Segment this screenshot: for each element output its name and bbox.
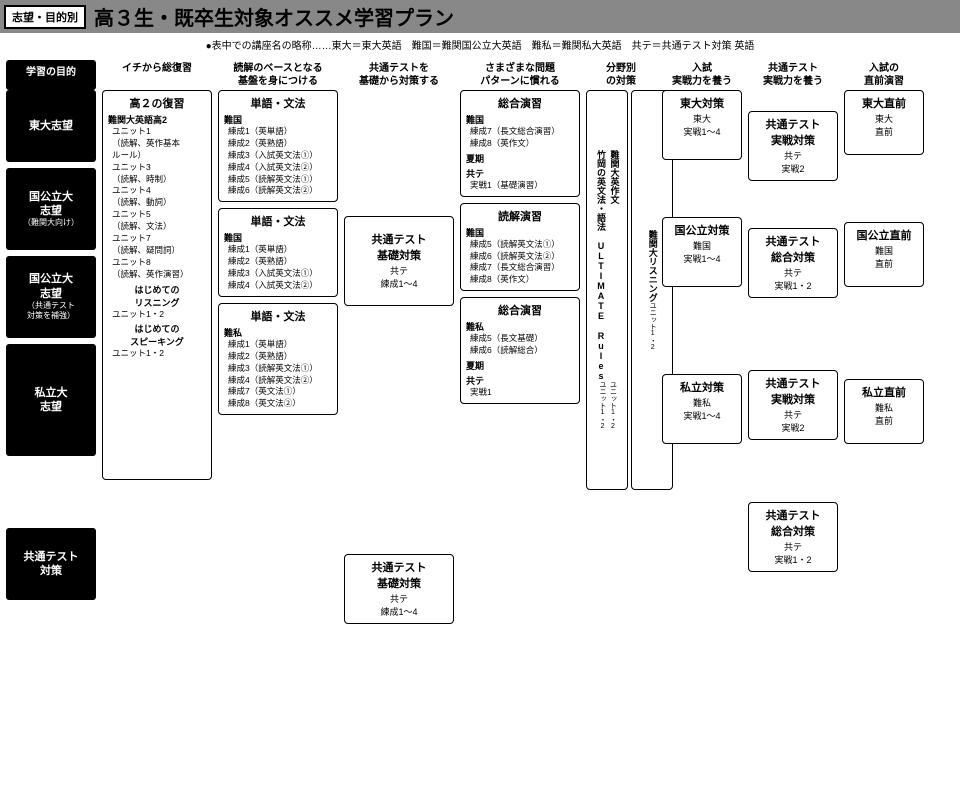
list-item: ユニット5 (108, 209, 206, 221)
col-review: 高２の復習 難関大英語高2 ユニット1（読解、英作基本 ルール）ユニット3（読解… (102, 90, 212, 624)
col-header: 入試の 直前演習 (844, 60, 924, 90)
grammar-box: 単語・文法 難国 練成1（英単語）練成2（英熟語）練成3（入試英文法①）練成4（… (218, 90, 338, 202)
list-item: ユニット7 (108, 233, 206, 245)
row-header-label: 学習の目的 (6, 60, 96, 90)
grammar-box: 単語・文法 難国 練成1（英単語）練成2（英熟語）練成3（入試英文法①）練成4（… (218, 208, 338, 297)
univ-box: 東大対策 東大 実戦1〜4 (662, 90, 742, 160)
list-item: 練成5（読解英文法①） (224, 174, 332, 186)
list-item: ユニット1 (108, 126, 206, 138)
list-item: 練成4（入試英文法②） (224, 280, 332, 292)
kyote-total-box-bottom: 共通テスト 総合対策 共テ 実戦1・2 (748, 502, 838, 572)
practice-box: 総合演習 難私 練成5（長文基礎）練成6（読解総合） 夏期 共テ 実戦1 (460, 297, 580, 404)
list-item: 練成2（英熟語） (224, 138, 332, 150)
col-field: 難関大英作文 竹岡の英文法・語法 ULTIMATE Rules ユニット1・2 … (586, 90, 656, 624)
col-practice: 総合演習 難国 練成7（長文総合演習）練成8（英作文） 夏期 共テ 実戦1（基礎… (460, 90, 580, 624)
header-tag: 志望・目的別 (4, 5, 86, 29)
list-item: 練成3（読解英文法①） (224, 363, 332, 375)
kyote-basic-box: 共通テスト 基礎対策 共テ 練成1〜4 (344, 216, 454, 306)
col-header: さまざまな問題 パターンに慣れる (460, 60, 580, 90)
col-header: 読解のベースとなる 基盤を身につける (218, 60, 338, 90)
list-item: 練成1（英単語） (224, 244, 332, 256)
final-box: 東大直前 東大 直前 (844, 90, 924, 155)
list-item: ユニット3 (108, 162, 206, 174)
aspiration-tag: 共通テスト 対策 (6, 528, 96, 600)
main-grid: 東大志望 国公立大 志望（難関大向け） 国公立大 志望（共通テスト 対策を補強）… (0, 90, 960, 624)
kyote-box: 共通テスト 総合対策 共テ 実戦1・2 (748, 228, 838, 298)
univ-box: 私立対策 難私 実戦1〜4 (662, 374, 742, 444)
list-item: 練成8（英文法②） (224, 398, 332, 410)
kyote-box: 共通テスト 実戦対策 共テ 実戦2 (748, 370, 838, 440)
aspiration-tag: 私立大 志望 (6, 344, 96, 456)
list-item: 練成2（英熟語） (224, 351, 332, 363)
list-item: 練成5（長文基礎） (466, 333, 574, 345)
list-item: （読解、英作基本 ルール） (108, 138, 206, 162)
kyote-box: 共通テスト 実戦対策 共テ 実戦2 (748, 111, 838, 181)
field-box: 難関大英作文 竹岡の英文法・語法 ULTIMATE Rules ユニット1・2 … (586, 90, 628, 490)
col-header: 分野別 の対策 (586, 60, 656, 90)
list-item: （読解、動詞） (108, 197, 206, 209)
left-tags-col: 東大志望 国公立大 志望（難関大向け） 国公立大 志望（共通テスト 対策を補強）… (6, 90, 96, 624)
review-box: 高２の復習 難関大英語高2 ユニット1（読解、英作基本 ルール）ユニット3（読解… (102, 90, 212, 480)
list-item: （読解、疑問詞） (108, 245, 206, 257)
col-header: 共通テスト 実戦力を養う (748, 60, 838, 90)
col-univ: 東大対策 東大 実戦1〜4 国公立対策 難国 実戦1〜4 私立対策 難私 実戦1… (662, 90, 742, 624)
practice-box: 総合演習 難国 練成7（長文総合演習）練成8（英作文） 夏期 共テ 実戦1（基礎… (460, 90, 580, 197)
final-box: 国公立直前 難国 直前 (844, 222, 924, 287)
col-header: 共通テストを 基礎から対策する (344, 60, 454, 90)
list-item: 練成4（入試英文法②） (224, 162, 332, 174)
list-item: 練成1（英単語） (224, 126, 332, 138)
col-final: 東大直前 東大 直前 国公立直前 難国 直前 私立直前 難私 直前 (844, 90, 924, 624)
col-kyote-basic: 共通テスト 基礎対策 共テ 練成1〜4 共通テスト 基礎対策 共テ 練成1〜4 (344, 90, 454, 624)
list-item: 練成3（入試英文法①） (224, 150, 332, 162)
list-item: 練成7（英文法①） (224, 386, 332, 398)
list-item: 練成8（英作文） (466, 138, 574, 150)
list-item: 練成6（読解総合） (466, 345, 574, 357)
aspiration-tag: 国公立大 志望（共通テスト 対策を補強） (6, 256, 96, 338)
list-item: 練成7（長文総合演習） (466, 262, 574, 274)
col-header: 入試 実戦力を養う (662, 60, 742, 90)
list-item: 練成3（入試英文法①） (224, 268, 332, 280)
list-item: 練成5（読解英文法①） (466, 239, 574, 251)
list-item: （読解、時制） (108, 174, 206, 186)
list-item: 練成2（英熟語） (224, 256, 332, 268)
final-box: 私立直前 難私 直前 (844, 379, 924, 444)
list-item: 練成6（読解英文法②） (466, 251, 574, 263)
col-grammar: 単語・文法 難国 練成1（英単語）練成2（英熟語）練成3（入試英文法①）練成4（… (218, 90, 338, 624)
col-kyote: 共通テスト 実戦対策 共テ 実戦2 共通テスト 総合対策 共テ 実戦1・2 共通… (748, 90, 838, 624)
page-header: 志望・目的別 高３生・既卒生対象オススメ学習プラン (0, 0, 960, 33)
aspiration-tag: 東大志望 (6, 90, 96, 162)
list-item: （読解、英作演習） (108, 269, 206, 281)
list-item: ユニット4 (108, 185, 206, 197)
list-item: 練成1（英単語） (224, 339, 332, 351)
list-item: 練成7（長文総合演習） (466, 126, 574, 138)
grammar-box: 単語・文法 難私 練成1（英単語）練成2（英熟語）練成3（読解英文法①）練成4（… (218, 303, 338, 415)
list-item: 練成8（英作文） (466, 274, 574, 286)
list-item: 練成4（読解英文法②） (224, 375, 332, 387)
kyote-basic-box-bottom: 共通テスト 基礎対策 共テ 練成1〜4 (344, 554, 454, 624)
col-header: イチから総復習 (102, 60, 212, 90)
list-item: ユニット8 (108, 257, 206, 269)
list-item: 練成6（読解英文法②） (224, 185, 332, 197)
aspiration-tag: 国公立大 志望（難関大向け） (6, 168, 96, 250)
list-item: （読解、文法） (108, 221, 206, 233)
column-header-row: 学習の目的 イチから総復習 読解のベースとなる 基盤を身につける 共通テストを … (0, 60, 960, 90)
univ-box: 国公立対策 難国 実戦1〜4 (662, 217, 742, 287)
header-note: ●表中での講座名の略称……東大＝東大英語 難国＝難関国公立大英語 難私＝難関私大… (0, 33, 960, 60)
header-title: 高３生・既卒生対象オススメ学習プラン (94, 2, 454, 31)
practice-box: 読解演習 難国 練成5（読解英文法①）練成6（読解英文法②）練成7（長文総合演習… (460, 203, 580, 292)
